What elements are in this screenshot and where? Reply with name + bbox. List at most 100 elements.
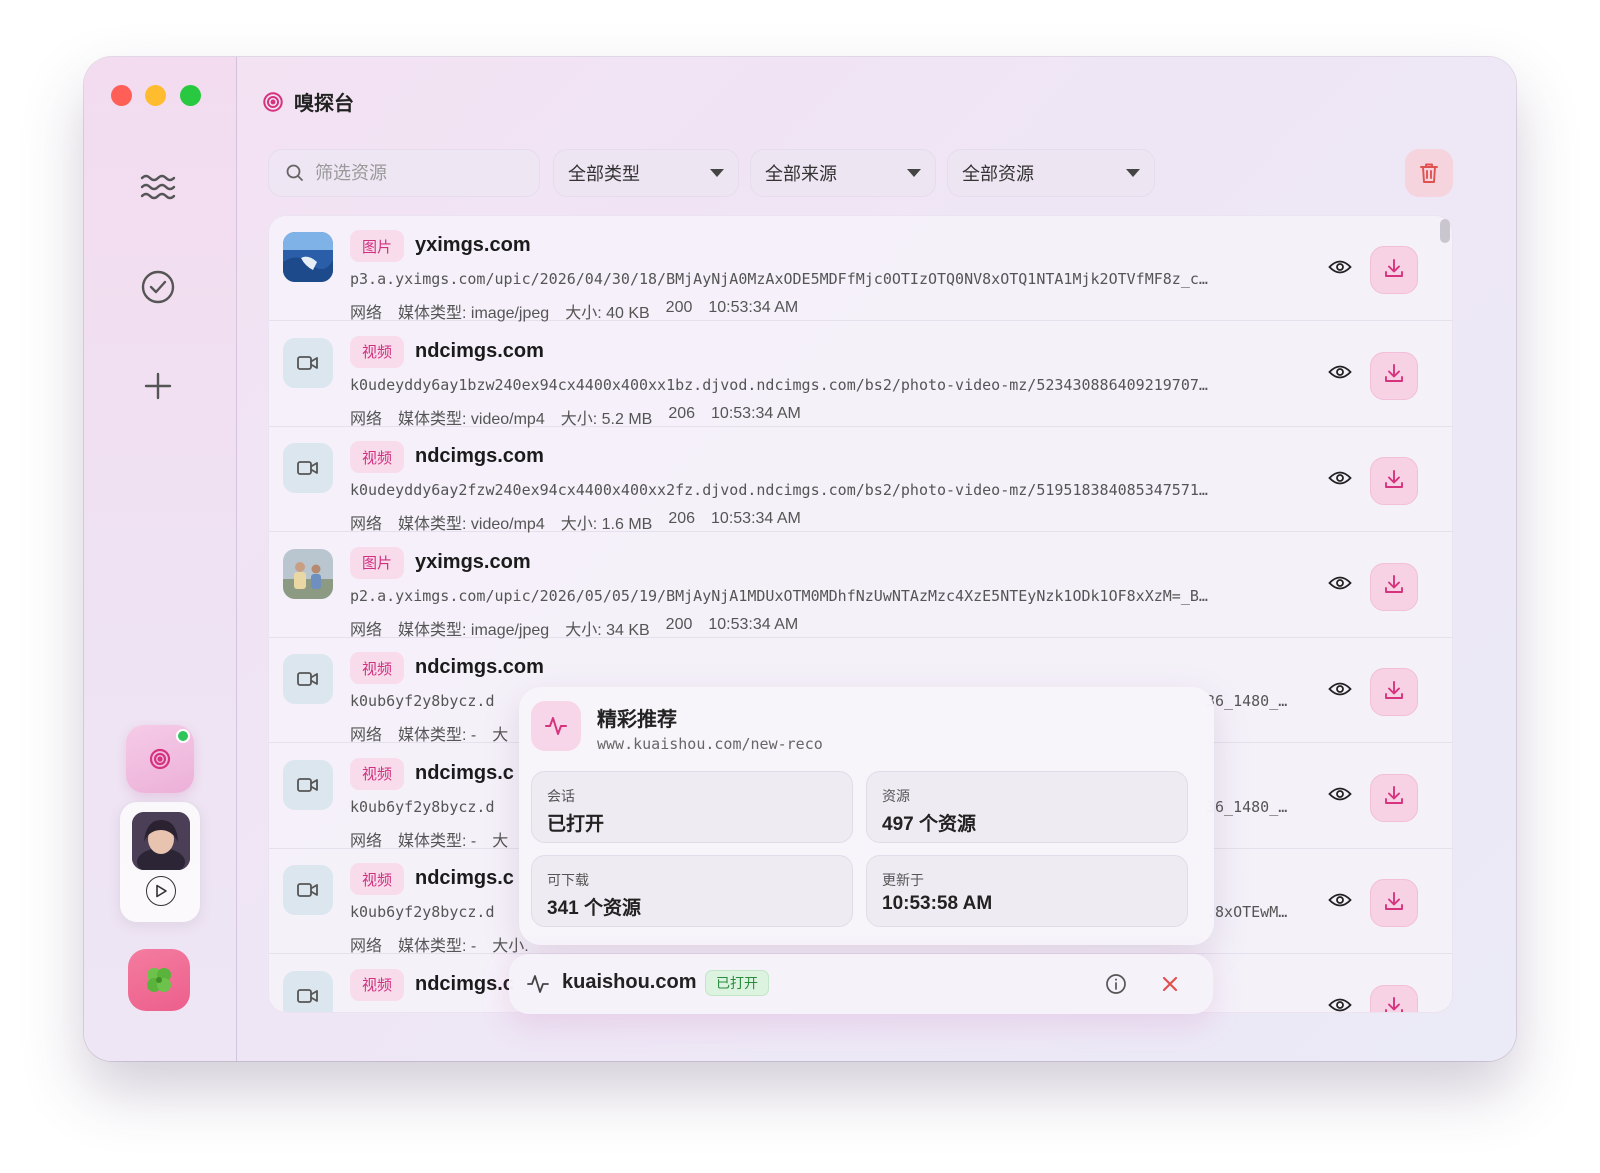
type-badge: 视频: [350, 863, 404, 895]
row-host: ndcimgs.com: [415, 656, 544, 678]
info-button[interactable]: [1101, 969, 1131, 999]
maximize-window-button[interactable]: [180, 85, 201, 106]
table-row[interactable]: 图片 yximgs.com p2.a.yximgs.com/upic/2026/05…: [269, 533, 1452, 639]
close-session-button[interactable]: [1155, 969, 1185, 999]
caret-down-icon: [1126, 169, 1140, 177]
row-host: ndcimgs.c: [415, 761, 514, 784]
search-input[interactable]: [315, 162, 515, 184]
eye-icon: [1328, 681, 1352, 702]
eye-icon: [1328, 997, 1352, 1012]
activity-icon: [531, 701, 581, 751]
eye-icon: [1328, 575, 1352, 596]
video-icon: [283, 443, 333, 493]
preview-button[interactable]: [1317, 352, 1363, 398]
type-badge: 视频: [350, 968, 404, 1001]
clover-app-button[interactable]: [128, 949, 190, 1011]
preview-button[interactable]: [1317, 457, 1363, 503]
stat-downloadable: 可下载 341 个资源: [531, 855, 853, 927]
scrollbar[interactable]: [1440, 219, 1450, 243]
status-badge: 已打开: [705, 970, 769, 996]
info-icon: [1106, 974, 1126, 994]
clover-icon: [147, 968, 171, 992]
session-bar[interactable]: kuaishou.com 已打开: [509, 954, 1213, 1014]
row-host: yximgs.com: [415, 234, 531, 256]
eye-icon: [1328, 470, 1352, 491]
app-window: 嗅探台 全部类型 全部来源 全部资源 图片 yximgs.com p3.a.yxim…: [84, 57, 1516, 1061]
preview-button[interactable]: [1317, 668, 1363, 714]
waves-icon[interactable]: [136, 165, 180, 209]
table-row[interactable]: 视频 ndcimgs.com k0udeyddy6ay2fzw240ex94cx44…: [269, 427, 1452, 533]
download-button[interactable]: [1370, 773, 1418, 822]
preview-button[interactable]: [1317, 774, 1363, 820]
eye-icon: [1328, 786, 1352, 807]
check-circle-icon[interactable]: [136, 265, 180, 309]
stat-updated: 更新于 10:53:58 AM: [866, 855, 1188, 927]
radar-icon: [263, 91, 283, 112]
row-url: k0udeyddy6ay2fzw240ex94cx4400x400xx2fz.d…: [350, 481, 1208, 499]
row-host: ndcimgs.com: [415, 339, 544, 362]
radar-app-button[interactable]: [126, 725, 194, 793]
eye-icon: [1328, 364, 1352, 385]
row-url: p2.a.yximgs.com/upic/2026/05/05/19/BMjAy…: [350, 586, 1208, 605]
type-select[interactable]: 全部类型: [553, 149, 739, 197]
eye-icon: [1328, 259, 1352, 280]
download-icon: [1383, 890, 1405, 917]
image-thumbnail: [283, 232, 333, 282]
row-url: p3.a.yximgs.com/upic/2026/04/30/18/BMjAy…: [350, 270, 1208, 288]
row-meta: 网络 媒体类型: -大: [350, 727, 509, 744]
row-url: k0udeyddy6ay1bzw240ex94cx4400x400xx1bz.d…: [350, 375, 1208, 394]
table-row[interactable]: 视频 ndcimgs.com k0udeyddy6ay1bzw240ex94cx44…: [269, 322, 1452, 428]
image-thumbnail: [283, 548, 333, 599]
video-icon: [283, 654, 333, 704]
video-icon: [283, 337, 333, 388]
type-badge: 视频: [350, 652, 404, 684]
download-button[interactable]: [1370, 562, 1418, 611]
download-button[interactable]: [1370, 351, 1418, 400]
avatar[interactable]: [132, 812, 190, 870]
preview-button[interactable]: [1317, 563, 1363, 609]
row-url-tail: 36_1480_…: [1206, 692, 1288, 710]
video-icon: [283, 970, 333, 1012]
play-icon: [156, 884, 167, 898]
session-popover: 精彩推荐 www.kuaishou.com/new-reco 会话 已打开 资源…: [519, 687, 1214, 945]
search-icon: [286, 164, 303, 181]
radar-icon: [149, 748, 171, 770]
table-row[interactable]: 图片 yximgs.com p3.a.yximgs.com/upic/2026/04…: [269, 216, 1452, 322]
session-host: kuaishou.com: [562, 971, 697, 993]
row-host: yximgs.com: [415, 550, 531, 573]
row-meta: 网络 媒体类型: image/jpeg 大小: 34 KB 200 10:53:34 A…: [350, 615, 799, 639]
resource-select[interactable]: 全部资源: [947, 149, 1155, 197]
download-button[interactable]: [1370, 457, 1418, 505]
filter-bar: 全部类型 全部来源 全部资源: [268, 149, 1460, 197]
download-button[interactable]: [1370, 668, 1418, 716]
download-button[interactable]: [1370, 984, 1418, 1012]
activity-icon: [527, 975, 549, 993]
popover-title: 精彩推荐: [597, 709, 677, 731]
video-icon: [283, 759, 333, 810]
eye-icon: [1328, 892, 1352, 913]
caret-down-icon: [907, 169, 921, 177]
row-meta: 网络 媒体类型: video/mp4 大小: 1.6 MB 206 10:53:34 A…: [350, 510, 801, 533]
download-button[interactable]: [1370, 246, 1418, 294]
row-url-tail: 36_1480_…: [1206, 797, 1288, 816]
online-indicator: [176, 729, 190, 743]
caret-down-icon: [710, 169, 724, 177]
source-select[interactable]: 全部来源: [750, 149, 936, 197]
row-meta: 网络 媒体类型: video/mp4 大小: 5.2 MB 206 10:53:34 A…: [350, 404, 801, 428]
clear-button[interactable]: [1405, 149, 1453, 197]
minimize-window-button[interactable]: [145, 85, 166, 106]
preview-button[interactable]: [1317, 985, 1363, 1013]
play-button[interactable]: [146, 876, 176, 906]
download-button[interactable]: [1370, 879, 1418, 927]
type-badge: 视频: [350, 441, 404, 473]
close-window-button[interactable]: [111, 85, 132, 106]
row-meta: 网络 媒体类型: image/jpeg 大小: 40 KB 200 10:53:34 A…: [350, 299, 799, 322]
plus-icon[interactable]: [136, 364, 180, 408]
download-icon: [1383, 995, 1405, 1012]
row-host: ndcimgs.c: [415, 972, 514, 995]
preview-button[interactable]: [1317, 879, 1363, 925]
download-icon: [1383, 468, 1405, 495]
type-badge: 视频: [350, 757, 404, 790]
trash-icon: [1420, 163, 1438, 183]
preview-button[interactable]: [1317, 246, 1363, 292]
